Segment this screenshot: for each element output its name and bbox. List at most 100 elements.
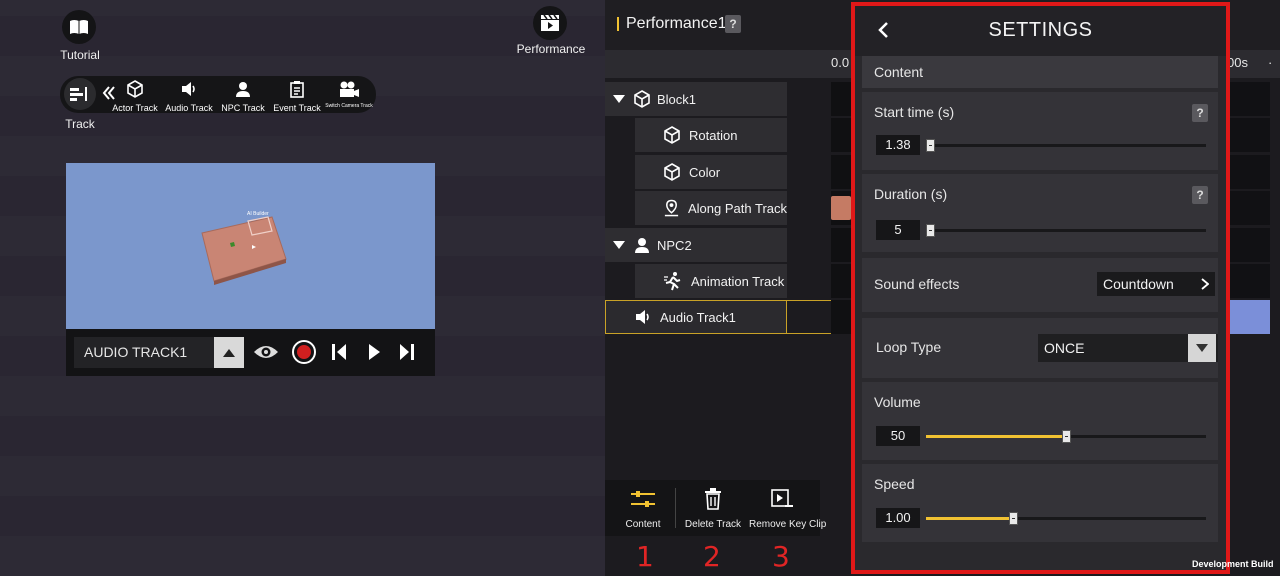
row-label: Block1 <box>657 91 697 107</box>
speed-input[interactable]: 1.00 <box>876 508 920 528</box>
track-toolbar: Actor Track Audio Track NPC Track Event … <box>60 76 376 113</box>
toolbar-label: Switch Camera Track <box>325 103 373 109</box>
timeline-cell[interactable] <box>1230 118 1270 152</box>
timeline-cell[interactable] <box>1230 228 1270 262</box>
preview-controls: AUDIO TRACK1 <box>66 329 435 376</box>
remove-key-clip-button[interactable]: Remove Key Clip <box>749 480 827 536</box>
toolbar-npc-track[interactable]: NPC Track <box>218 76 268 113</box>
play-icon <box>369 344 380 360</box>
timeline-row-npc2[interactable]: NPC2 <box>605 228 787 262</box>
move-up-button[interactable] <box>214 337 244 368</box>
clipboard-icon <box>290 81 304 98</box>
timeline-row-animation[interactable]: Animation Track <box>635 264 787 298</box>
row-label: Rotation <box>689 127 738 143</box>
sound-effects-selector[interactable]: Countdown <box>1097 272 1215 296</box>
row-label: Animation Track <box>691 273 785 289</box>
start-time-thumb[interactable] <box>926 139 935 152</box>
eye-icon[interactable] <box>253 342 279 367</box>
settings-title: SETTINGS <box>988 19 1093 41</box>
toolbar-switch-camera-track[interactable]: Switch Camera Track <box>324 76 374 109</box>
toolbar-actor-track[interactable]: Actor Track <box>112 76 158 113</box>
triangle-up-icon <box>223 348 235 357</box>
skip-to-end-button[interactable] <box>398 342 416 367</box>
ruler-end: 00s <box>1227 55 1248 70</box>
loop-type-section: Loop Type ONCE <box>862 318 1218 378</box>
along-path-clip[interactable] <box>831 196 851 220</box>
toolbar-event-track[interactable]: Event Track <box>272 76 322 113</box>
tutorial-button[interactable]: Tutorial <box>60 10 100 62</box>
toolbar-label: NPC Track <box>221 103 265 113</box>
help-icon[interactable]: ? <box>1192 186 1208 204</box>
remove-clip-icon <box>771 489 793 507</box>
timeline-cell[interactable] <box>1230 191 1270 225</box>
timeline-cell[interactable] <box>1230 264 1270 298</box>
speed-label: Speed <box>874 476 915 492</box>
timeline-cell[interactable] <box>1230 82 1270 116</box>
help-icon[interactable]: ? <box>1192 104 1208 122</box>
duration-slider[interactable] <box>926 224 1206 237</box>
delete-track-button[interactable]: Delete Track <box>681 480 745 536</box>
timeline-cell[interactable] <box>1230 155 1270 189</box>
platform-object <box>201 216 287 285</box>
timeline-row-audio-track1[interactable]: Audio Track1 <box>605 300 787 334</box>
row-label: Color <box>689 164 721 180</box>
duration-input[interactable]: 5 <box>876 220 920 240</box>
remove-label: Remove Key Clip <box>749 519 827 530</box>
record-button[interactable] <box>291 339 317 370</box>
clapperboard-icon <box>533 6 567 40</box>
speed-slider[interactable] <box>926 512 1206 525</box>
annotation-number-1: 1 <box>636 540 654 573</box>
content-label: Content <box>625 519 661 530</box>
volume-thumb[interactable] <box>1062 430 1071 443</box>
chevron-right-icon <box>1201 278 1209 290</box>
volume-label: Volume <box>874 394 921 410</box>
play-button[interactable] <box>366 342 382 367</box>
timeline-row-along-path[interactable]: Along Path Track <box>635 191 787 225</box>
performance-title: Performance1 <box>626 15 727 32</box>
content-button[interactable]: Content <box>615 480 671 536</box>
skip-forward-icon <box>400 344 414 360</box>
track-name-field[interactable]: AUDIO TRACK1 <box>74 337 222 368</box>
scene-preview[interactable]: AI Builder <box>66 163 435 329</box>
triangle-down-icon <box>1196 344 1208 352</box>
start-time-slider[interactable] <box>926 139 1206 152</box>
camera-icon <box>340 81 359 97</box>
duration-thumb[interactable] <box>926 224 935 237</box>
cube-icon <box>127 80 143 98</box>
skip-back-icon <box>332 344 346 360</box>
timeline-row-rotation[interactable]: Rotation <box>635 118 787 152</box>
audio-clip[interactable] <box>1230 300 1270 334</box>
development-build-label: Development Build <box>1192 559 1274 569</box>
ruler-tick: · <box>1268 55 1273 70</box>
track-menu-icon[interactable] <box>64 78 96 110</box>
track-label: Track <box>65 117 95 131</box>
volume-input[interactable]: 50 <box>876 426 920 446</box>
ruler-start: 0.0 <box>831 55 850 70</box>
annotation-number-2: 2 <box>703 540 721 573</box>
settings-header: SETTINGS <box>855 6 1226 56</box>
duration-label: Duration (s) <box>874 186 948 202</box>
row-label: NPC2 <box>657 237 692 253</box>
volume-slider[interactable] <box>926 430 1206 443</box>
content-header-label: Content <box>874 64 924 80</box>
volume-fill <box>926 435 1066 438</box>
toolbar-audio-track[interactable]: Audio Track <box>164 76 214 113</box>
help-icon[interactable]: ? <box>725 15 741 33</box>
start-time-input[interactable]: 1.38 <box>876 135 920 155</box>
record-icon <box>292 340 316 364</box>
sound-effects-section: Sound effects Countdown <box>862 258 1218 312</box>
speed-thumb[interactable] <box>1008 512 1018 525</box>
performance-button[interactable]: Performance <box>516 6 586 56</box>
cube-icon <box>664 126 680 144</box>
timeline-row-block1[interactable]: Block1 <box>605 82 787 116</box>
settings-panel: SETTINGS Content Start time (s) ? 1.38 D… <box>851 2 1230 574</box>
row-label: Along Path Track <box>688 200 787 216</box>
expand-triangle-icon <box>613 241 625 249</box>
speed-fill <box>926 517 1013 520</box>
toolbar-label: Event Track <box>273 103 321 113</box>
cube-icon <box>664 163 680 181</box>
skip-to-start-button[interactable] <box>330 342 348 367</box>
running-icon <box>664 272 681 291</box>
timeline-row-color[interactable]: Color <box>635 155 787 189</box>
loop-type-dropdown-button[interactable] <box>1188 334 1216 362</box>
